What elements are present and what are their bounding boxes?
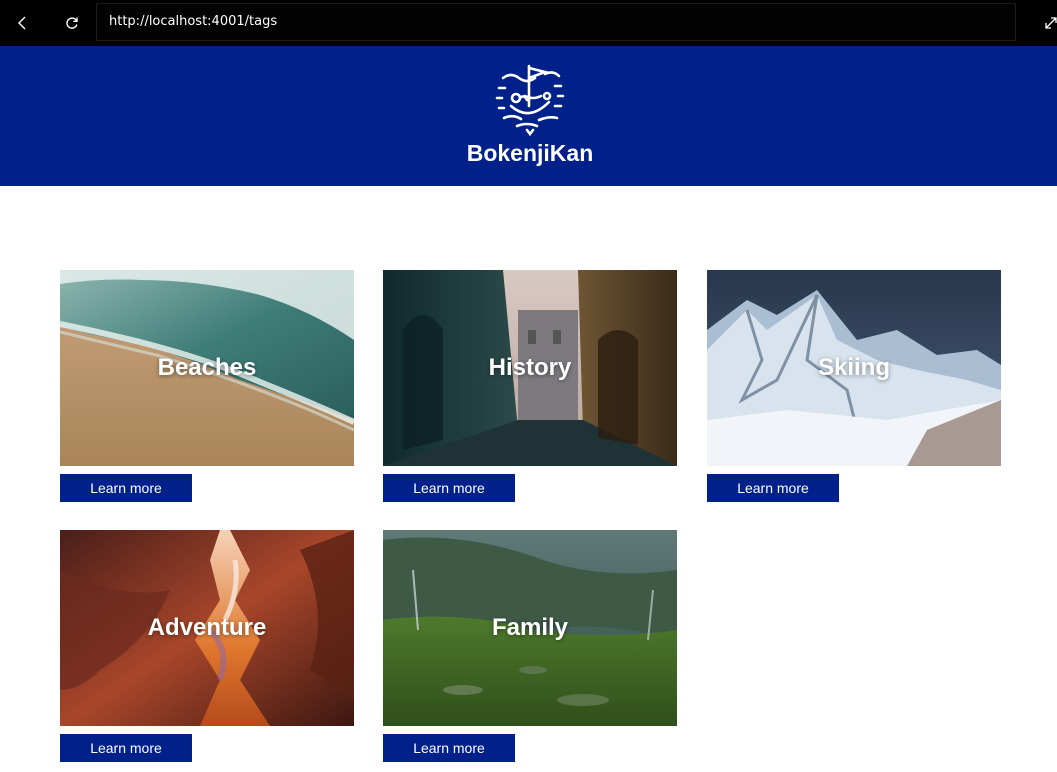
learn-more-button[interactable]: Learn more	[707, 474, 839, 502]
tag-card-adventure: Adventure Learn more	[60, 530, 354, 762]
skiing-image[interactable]: Skiing	[707, 270, 1001, 466]
browser-toolbar: http://localhost:4001/tags	[0, 0, 1057, 46]
back-button[interactable]	[8, 8, 38, 38]
site-header: BokenjiKan	[0, 46, 1057, 186]
family-image[interactable]: Family	[383, 530, 677, 726]
card-title: Adventure	[147, 614, 267, 641]
tag-card-beaches: Beaches Learn more	[60, 270, 354, 502]
reload-icon	[66, 17, 78, 29]
tag-card-family: Family Learn more	[383, 530, 677, 762]
brand-name[interactable]: BokenjiKan	[0, 140, 1057, 167]
card-title: Beaches	[157, 354, 257, 381]
beaches-image[interactable]: Beaches	[60, 270, 354, 466]
back-arrow-icon	[18, 16, 26, 30]
learn-more-button[interactable]: Learn more	[60, 474, 192, 502]
learn-more-button[interactable]: Learn more	[60, 734, 192, 762]
expand-button[interactable]	[1036, 8, 1057, 38]
card-title: History	[488, 354, 572, 381]
tag-card-skiing: Skiing Learn more	[707, 270, 1001, 502]
card-title: Family	[491, 614, 569, 641]
adventure-image[interactable]: Adventure	[60, 530, 354, 726]
bokenjikan-logo-icon[interactable]	[489, 56, 571, 138]
address-bar[interactable]: http://localhost:4001/tags	[96, 3, 1016, 41]
reload-button[interactable]	[57, 8, 87, 38]
expand-icon	[1045, 17, 1057, 29]
card-title: Skiing	[817, 354, 890, 381]
history-image[interactable]: History	[383, 270, 677, 466]
learn-more-button[interactable]: Learn more	[383, 474, 515, 502]
learn-more-button[interactable]: Learn more	[383, 734, 515, 762]
tag-card-history: History Learn more	[383, 270, 677, 502]
